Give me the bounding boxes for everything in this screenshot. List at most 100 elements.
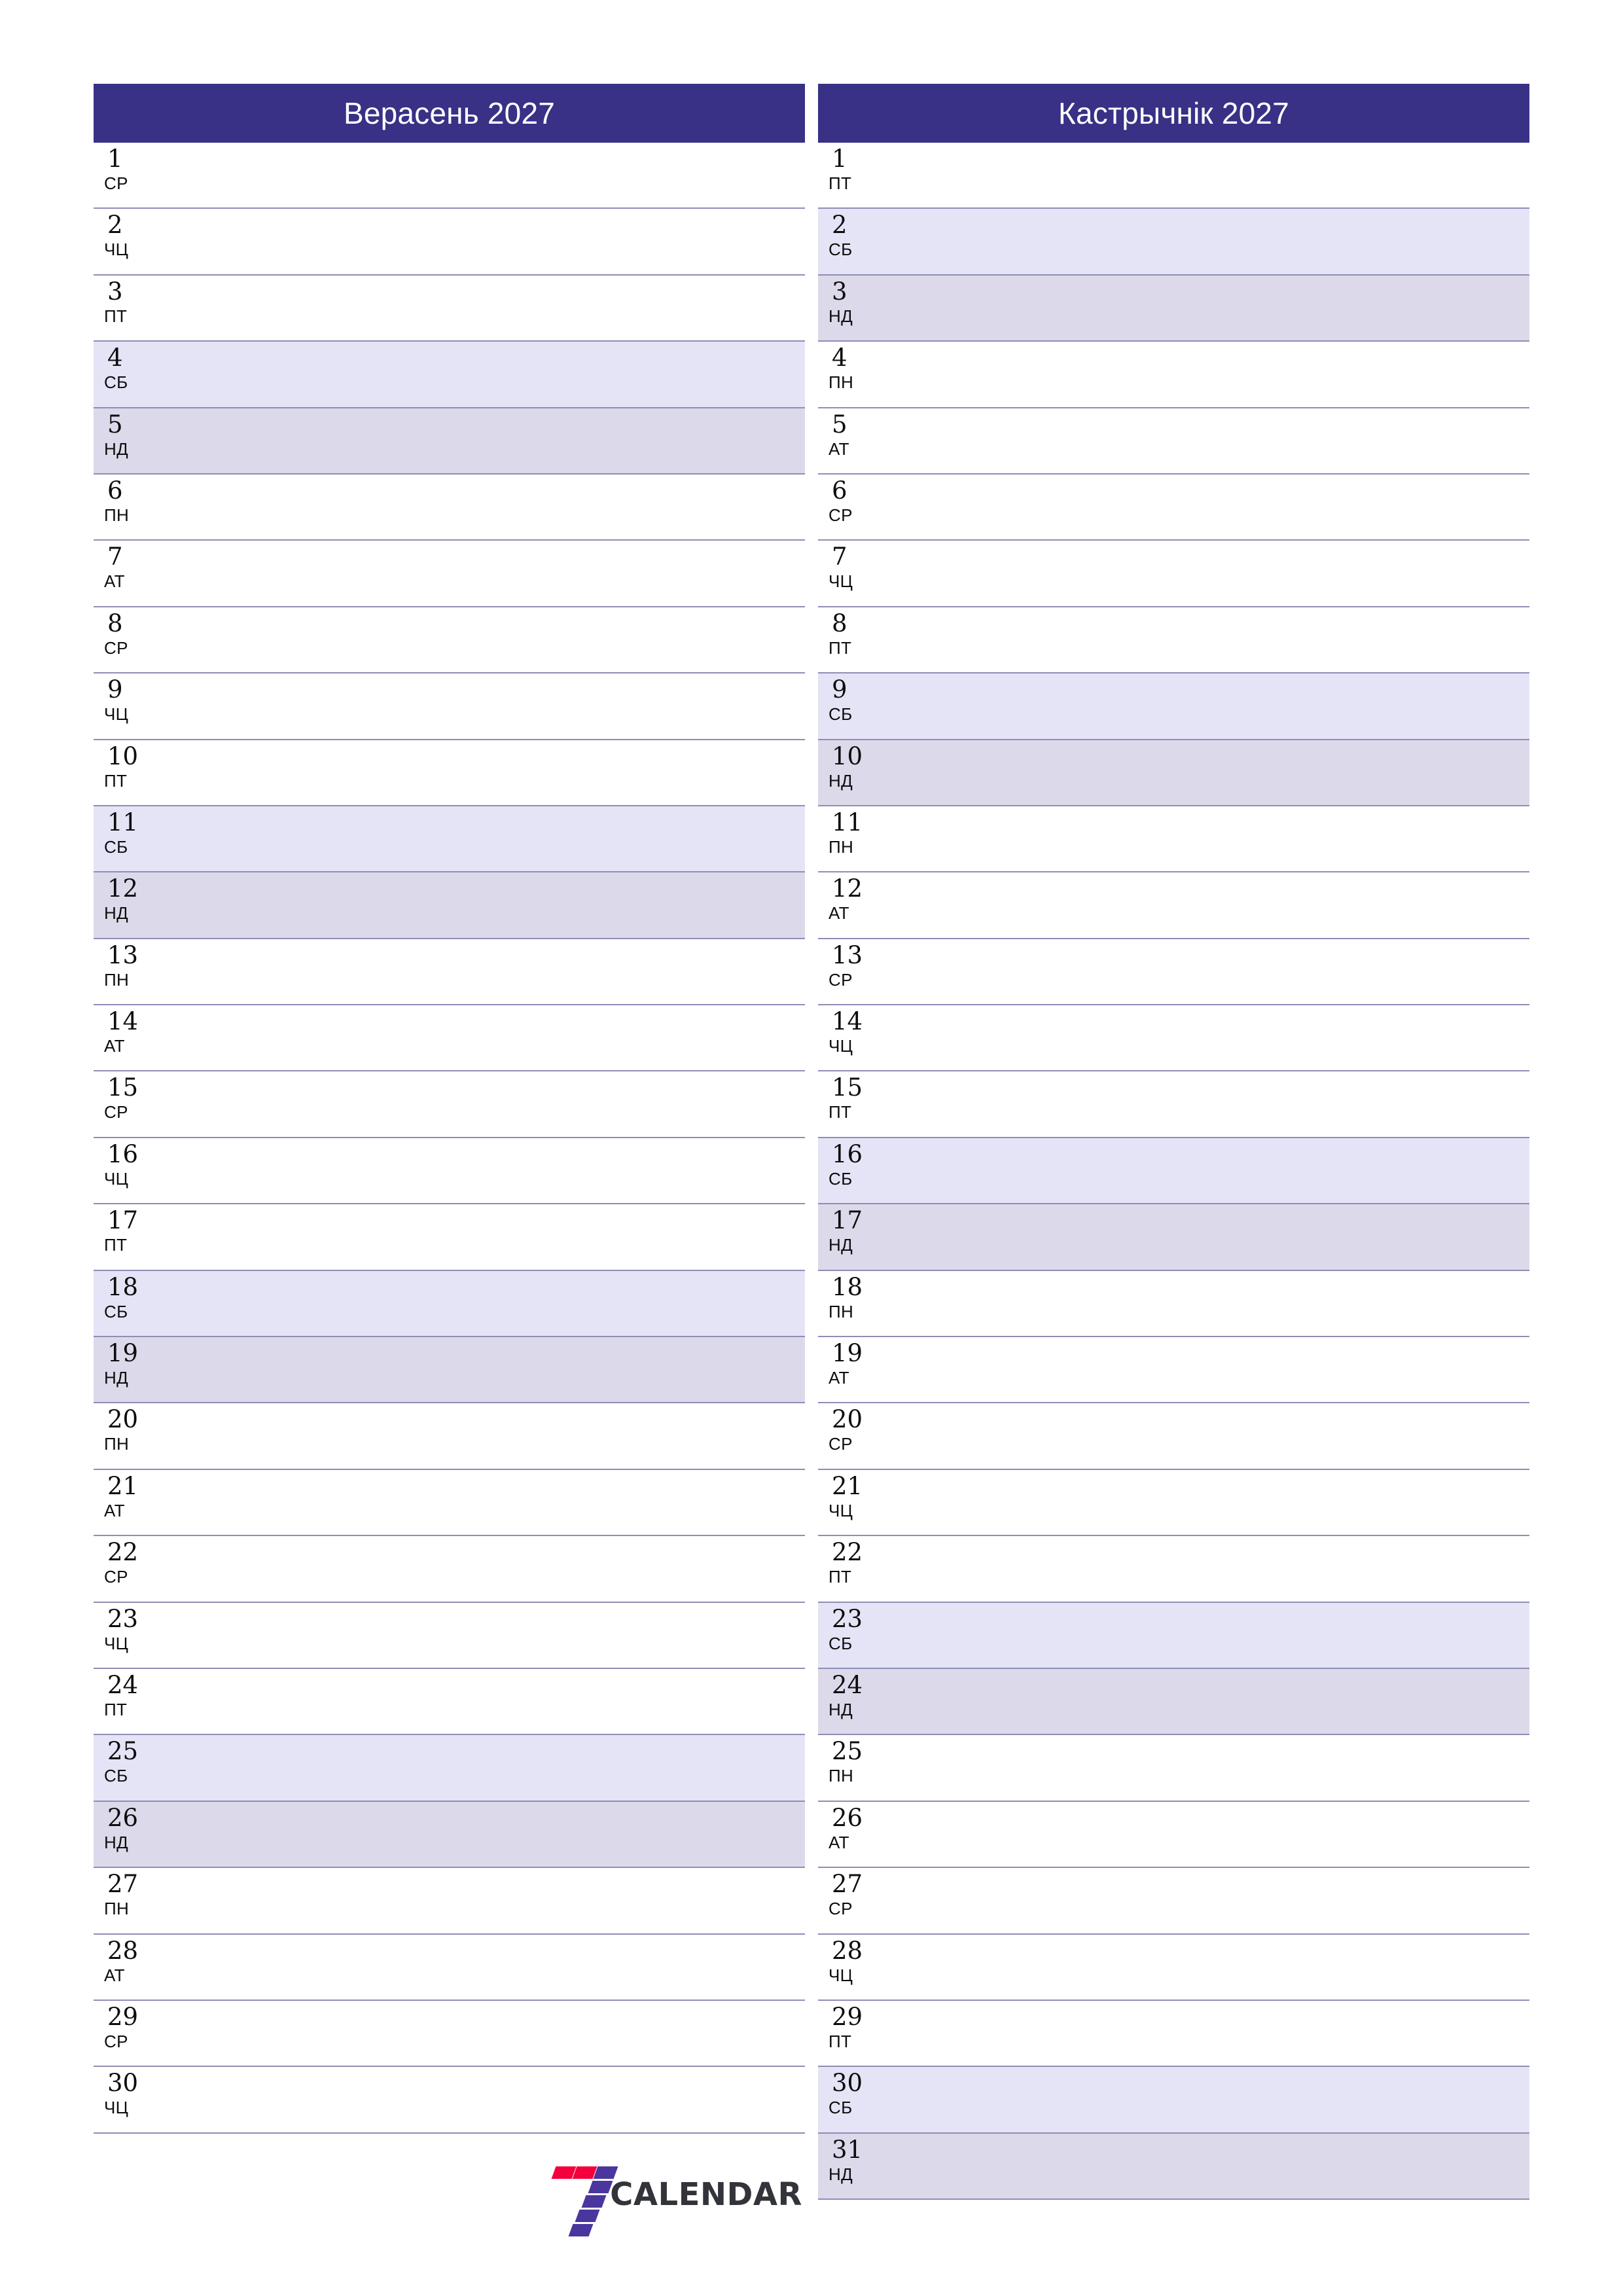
day-row[interactable]: 17 ПТ: [94, 1204, 805, 1271]
day-row[interactable]: 3 ПТ: [94, 275, 805, 342]
day-weekday: СБ: [829, 1168, 853, 1189]
day-row[interactable]: 10 НД: [818, 740, 1529, 806]
day-weekday: СР: [829, 969, 853, 990]
day-row[interactable]: 18 ПН: [818, 1270, 1529, 1338]
day-row[interactable]: 7 АТ: [94, 541, 805, 607]
day-row[interactable]: 30 СБ: [818, 2067, 1529, 2134]
day-number: 3: [107, 277, 123, 306]
day-weekday: СР: [829, 1899, 853, 1919]
day-row[interactable]: 28 ЧЦ: [818, 1934, 1529, 2001]
day-weekday: ПТ: [829, 1567, 852, 1587]
day-weekday: НД: [829, 770, 853, 791]
day-row[interactable]: 26 АТ: [818, 1801, 1529, 1869]
day-weekday: НД: [104, 1368, 128, 1388]
day-row[interactable]: 2 СБ: [818, 209, 1529, 276]
day-row[interactable]: 7 ЧЦ: [818, 541, 1529, 607]
day-weekday: ЧЦ: [829, 1036, 853, 1056]
day-row[interactable]: 8 ПТ: [818, 607, 1529, 674]
day-row[interactable]: 17 НД: [818, 1204, 1529, 1271]
day-row[interactable]: 6 ПН: [94, 474, 805, 541]
day-weekday: ПТ: [104, 1699, 128, 1719]
day-row[interactable]: 6 СР: [818, 474, 1529, 541]
day-row[interactable]: 21 АТ: [94, 1469, 805, 1537]
day-number: 21: [832, 1471, 863, 1500]
day-row[interactable]: 20 ПН: [94, 1403, 805, 1470]
day-number: 13: [832, 941, 863, 969]
day-row[interactable]: 23 ЧЦ: [94, 1602, 805, 1669]
day-number: 1: [832, 145, 847, 173]
day-row[interactable]: 5 АТ: [818, 408, 1529, 475]
day-row[interactable]: 16 ЧЦ: [94, 1138, 805, 1205]
day-row[interactable]: 12 АТ: [818, 872, 1529, 939]
day-row[interactable]: 26 НД: [94, 1801, 805, 1869]
day-row[interactable]: 4 ПН: [818, 342, 1529, 408]
day-row[interactable]: 12 НД: [94, 872, 805, 939]
day-weekday: ПТ: [829, 1102, 852, 1122]
day-row[interactable]: 21 ЧЦ: [818, 1469, 1529, 1537]
day-row[interactable]: 25 СБ: [94, 1735, 805, 1802]
day-weekday: СБ: [104, 1766, 128, 1786]
day-row[interactable]: 15 СР: [94, 1071, 805, 1138]
day-weekday: ПН: [829, 1301, 854, 1321]
day-weekday: СБ: [829, 704, 853, 725]
day-weekday: АТ: [829, 903, 849, 924]
day-row[interactable]: 24 НД: [818, 1668, 1529, 1736]
day-row[interactable]: 18 СБ: [94, 1270, 805, 1338]
day-row[interactable]: 14 ЧЦ: [818, 1005, 1529, 1072]
day-row[interactable]: 5 НД: [94, 408, 805, 475]
day-weekday: НД: [104, 903, 128, 924]
day-row[interactable]: 13 ПН: [94, 939, 805, 1006]
day-weekday: АТ: [829, 1368, 849, 1388]
day-weekday: ЧЦ: [829, 1500, 853, 1520]
day-row[interactable]: 23 СБ: [818, 1602, 1529, 1669]
brand-logo[interactable]: CALENDAR: [550, 2166, 802, 2236]
day-weekday: СР: [829, 1434, 853, 1454]
day-row[interactable]: 13 СР: [818, 939, 1529, 1006]
day-number: 12: [832, 874, 863, 903]
day-weekday: СБ: [104, 372, 128, 393]
day-number: 14: [832, 1007, 863, 1036]
seven-logo-icon: [550, 2166, 618, 2236]
day-row[interactable]: 10 ПТ: [94, 740, 805, 806]
day-row[interactable]: 8 СР: [94, 607, 805, 674]
day-row[interactable]: 9 СБ: [818, 673, 1529, 740]
day-weekday: АТ: [829, 439, 849, 459]
day-row[interactable]: 1 ПТ: [818, 143, 1529, 209]
day-row[interactable]: 20 СР: [818, 1403, 1529, 1470]
day-row[interactable]: 27 ПН: [94, 1868, 805, 1935]
day-row[interactable]: 11 СБ: [94, 806, 805, 873]
day-number: 4: [107, 344, 123, 372]
day-weekday: СР: [829, 505, 853, 525]
day-row[interactable]: 22 ПТ: [818, 1536, 1529, 1603]
day-row[interactable]: 19 НД: [94, 1337, 805, 1404]
day-row[interactable]: 30 ЧЦ: [94, 2067, 805, 2134]
day-row[interactable]: 27 СР: [818, 1868, 1529, 1935]
day-row[interactable]: 31 НД: [818, 2133, 1529, 2200]
day-number: 20: [107, 1405, 139, 1434]
day-row[interactable]: 28 АТ: [94, 1934, 805, 2001]
day-weekday: АТ: [829, 1832, 849, 1852]
day-row[interactable]: 19 АТ: [818, 1337, 1529, 1404]
day-row[interactable]: 9 ЧЦ: [94, 673, 805, 740]
day-row[interactable]: 11 ПН: [818, 806, 1529, 873]
day-number: 22: [832, 1538, 863, 1567]
day-number: 26: [107, 1803, 139, 1832]
day-row[interactable]: 22 СР: [94, 1536, 805, 1603]
day-row[interactable]: 14 АТ: [94, 1005, 805, 1072]
day-number: 22: [107, 1538, 139, 1567]
day-row[interactable]: 4 СБ: [94, 342, 805, 408]
day-row[interactable]: 16 СБ: [818, 1138, 1529, 1205]
day-row[interactable]: 29 СР: [94, 2000, 805, 2068]
day-row[interactable]: 24 ПТ: [94, 1668, 805, 1736]
day-number: 5: [832, 410, 847, 439]
day-row[interactable]: 25 ПН: [818, 1735, 1529, 1802]
day-row[interactable]: 29 ПТ: [818, 2000, 1529, 2068]
day-number: 9: [832, 675, 847, 704]
day-row[interactable]: 3 НД: [818, 275, 1529, 342]
day-row[interactable]: 1 СР: [94, 143, 805, 209]
day-number: 21: [107, 1471, 139, 1500]
day-number: 28: [832, 1936, 863, 1965]
day-weekday: НД: [829, 1699, 853, 1719]
day-row[interactable]: 2 ЧЦ: [94, 209, 805, 276]
day-row[interactable]: 15 ПТ: [818, 1071, 1529, 1138]
